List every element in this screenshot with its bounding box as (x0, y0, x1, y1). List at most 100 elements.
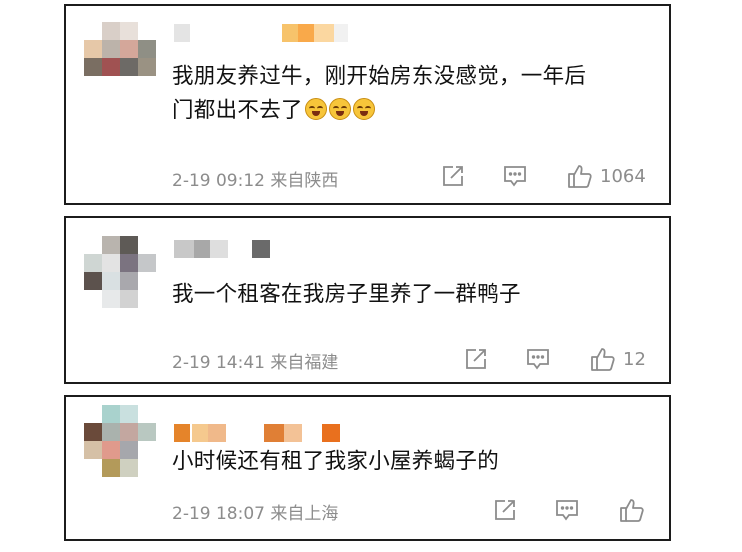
avatar-pixel (138, 40, 156, 58)
like-button[interactable]: 12 (589, 345, 646, 373)
username-block (334, 24, 348, 42)
like-count: 1064 (600, 165, 646, 187)
avatar-pixel (120, 423, 138, 441)
avatar-pixel (138, 22, 156, 40)
comment-button[interactable] (502, 162, 528, 190)
share-button[interactable] (463, 345, 489, 373)
avatar-pixel (84, 40, 102, 58)
comment-meta: 2-19 09:12 来自陕西 (172, 166, 338, 191)
comment-line: 门都出不去了 (172, 94, 652, 128)
comment-icon (554, 497, 580, 523)
thumbs-up-icon (618, 496, 646, 524)
avatar-pixel (138, 423, 156, 441)
username-block (194, 240, 210, 258)
avatar-pixel (102, 272, 120, 290)
location: 来自上海 (270, 504, 339, 524)
avatar-pixel (84, 58, 102, 76)
avatar-pixel (102, 441, 120, 459)
emoji-group (303, 98, 375, 123)
comment-line: 我朋友养过牛，刚开始房东没感觉，一年后 (172, 64, 587, 89)
avatar-pixel (120, 459, 138, 477)
share-icon (463, 346, 489, 372)
laughing-crying-emoji-icon (352, 98, 375, 120)
like-count: 12 (623, 348, 646, 370)
username-block (192, 424, 208, 442)
avatar[interactable] (84, 236, 156, 308)
comment-icon (502, 163, 528, 189)
laughing-crying-emoji-icon (304, 98, 327, 120)
timestamp: 2-19 14:41 (172, 353, 265, 373)
comment-button[interactable] (554, 496, 580, 524)
avatar-pixel (84, 441, 102, 459)
avatar-pixel (138, 236, 156, 254)
avatar-pixel (138, 290, 156, 308)
comment-line: 我一个租客在我房子里养了一群鸭子 (172, 282, 521, 307)
comment-meta: 2-19 14:41 来自福建 (172, 348, 338, 373)
avatar-pixel (84, 22, 102, 40)
avatar-pixel (102, 236, 120, 254)
share-icon (492, 497, 518, 523)
comment-button[interactable] (525, 345, 551, 373)
username-block (282, 24, 298, 42)
avatar-pixel (84, 423, 102, 441)
comment-text: 我朋友养过牛，刚开始房东没感觉，一年后 门都出不去了 (172, 60, 652, 128)
laughing-crying-emoji-icon (328, 98, 351, 120)
avatar-pixel (120, 22, 138, 40)
avatar-pixel (102, 58, 120, 76)
avatar-pixel (120, 236, 138, 254)
location: 来自福建 (270, 353, 339, 373)
username-block (208, 424, 226, 442)
location: 来自陕西 (270, 171, 339, 191)
avatar-pixel (84, 254, 102, 272)
avatar-pixel (138, 272, 156, 290)
avatar-pixel (120, 254, 138, 272)
thumbs-up-icon (566, 162, 594, 190)
username-block (314, 24, 334, 42)
timestamp: 2-19 18:07 (172, 504, 265, 524)
avatar-pixel (120, 405, 138, 423)
share-icon (440, 163, 466, 189)
timestamp: 2-19 09:12 (172, 171, 265, 191)
avatar-pixel (120, 40, 138, 58)
avatar-pixel (84, 405, 102, 423)
avatar-pixel (120, 272, 138, 290)
avatar-pixel (138, 459, 156, 477)
comment-card: 我一个租客在我房子里养了一群鸭子 2-19 14:41 来自福建 12 (64, 216, 671, 384)
share-button[interactable] (440, 162, 466, 190)
comment-text: 小时候还有租了我家小屋养蝎子的 (172, 445, 652, 479)
avatar[interactable] (84, 22, 156, 76)
like-button[interactable]: 1064 (566, 162, 646, 190)
avatar-pixel (138, 405, 156, 423)
avatar-pixel (84, 272, 102, 290)
like-button[interactable] (618, 496, 652, 524)
avatar-pixel (102, 459, 120, 477)
avatar-pixel (84, 459, 102, 477)
username-block (210, 240, 228, 258)
username-block (322, 424, 340, 442)
comment-card: 我朋友养过牛，刚开始房东没感觉，一年后 门都出不去了 2-19 09:12 来自… (64, 4, 671, 205)
avatar-pixel (102, 22, 120, 40)
avatar-pixel (102, 290, 120, 308)
avatar-pixel (138, 254, 156, 272)
avatar-pixel (120, 441, 138, 459)
avatar-pixel (120, 58, 138, 76)
username-block (284, 424, 302, 442)
avatar[interactable] (84, 405, 156, 477)
username-block (174, 24, 190, 42)
share-button[interactable] (492, 496, 518, 524)
thumbs-up-icon (589, 345, 617, 373)
avatar-pixel (120, 290, 138, 308)
comment-text: 我一个租客在我房子里养了一群鸭子 (172, 278, 652, 312)
avatar-pixel (138, 58, 156, 76)
comment-card: 小时候还有租了我家小屋养蝎子的 2-19 18:07 来自上海 (64, 395, 671, 541)
username-block (174, 424, 190, 442)
comment-line: 小时候还有租了我家小屋养蝎子的 (172, 449, 500, 474)
username-block (252, 240, 270, 258)
comment-meta: 2-19 18:07 来自上海 (172, 499, 338, 524)
comment-icon (525, 346, 551, 372)
username-block (298, 24, 314, 42)
avatar-pixel (138, 441, 156, 459)
avatar-pixel (84, 290, 102, 308)
avatar-pixel (102, 405, 120, 423)
avatar-pixel (102, 40, 120, 58)
